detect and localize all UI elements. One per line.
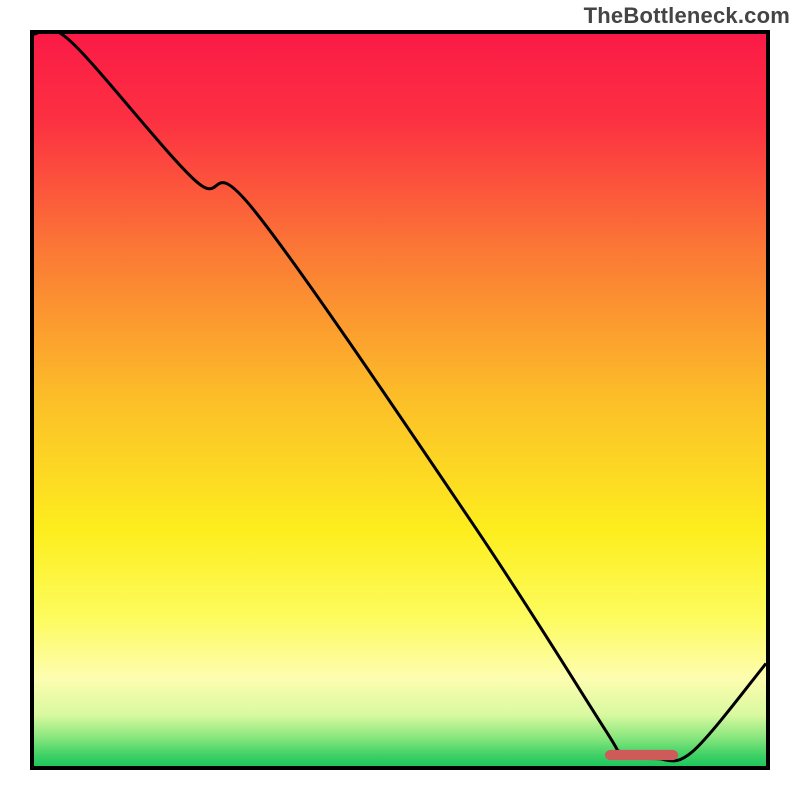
watermark-text: TheBottleneck.com <box>584 3 790 29</box>
bottleneck-curve <box>34 34 766 761</box>
plot-area <box>30 30 770 770</box>
chart-container: TheBottleneck.com <box>0 0 800 800</box>
optimal-range-marker <box>605 750 678 760</box>
curve-layer <box>34 34 766 766</box>
